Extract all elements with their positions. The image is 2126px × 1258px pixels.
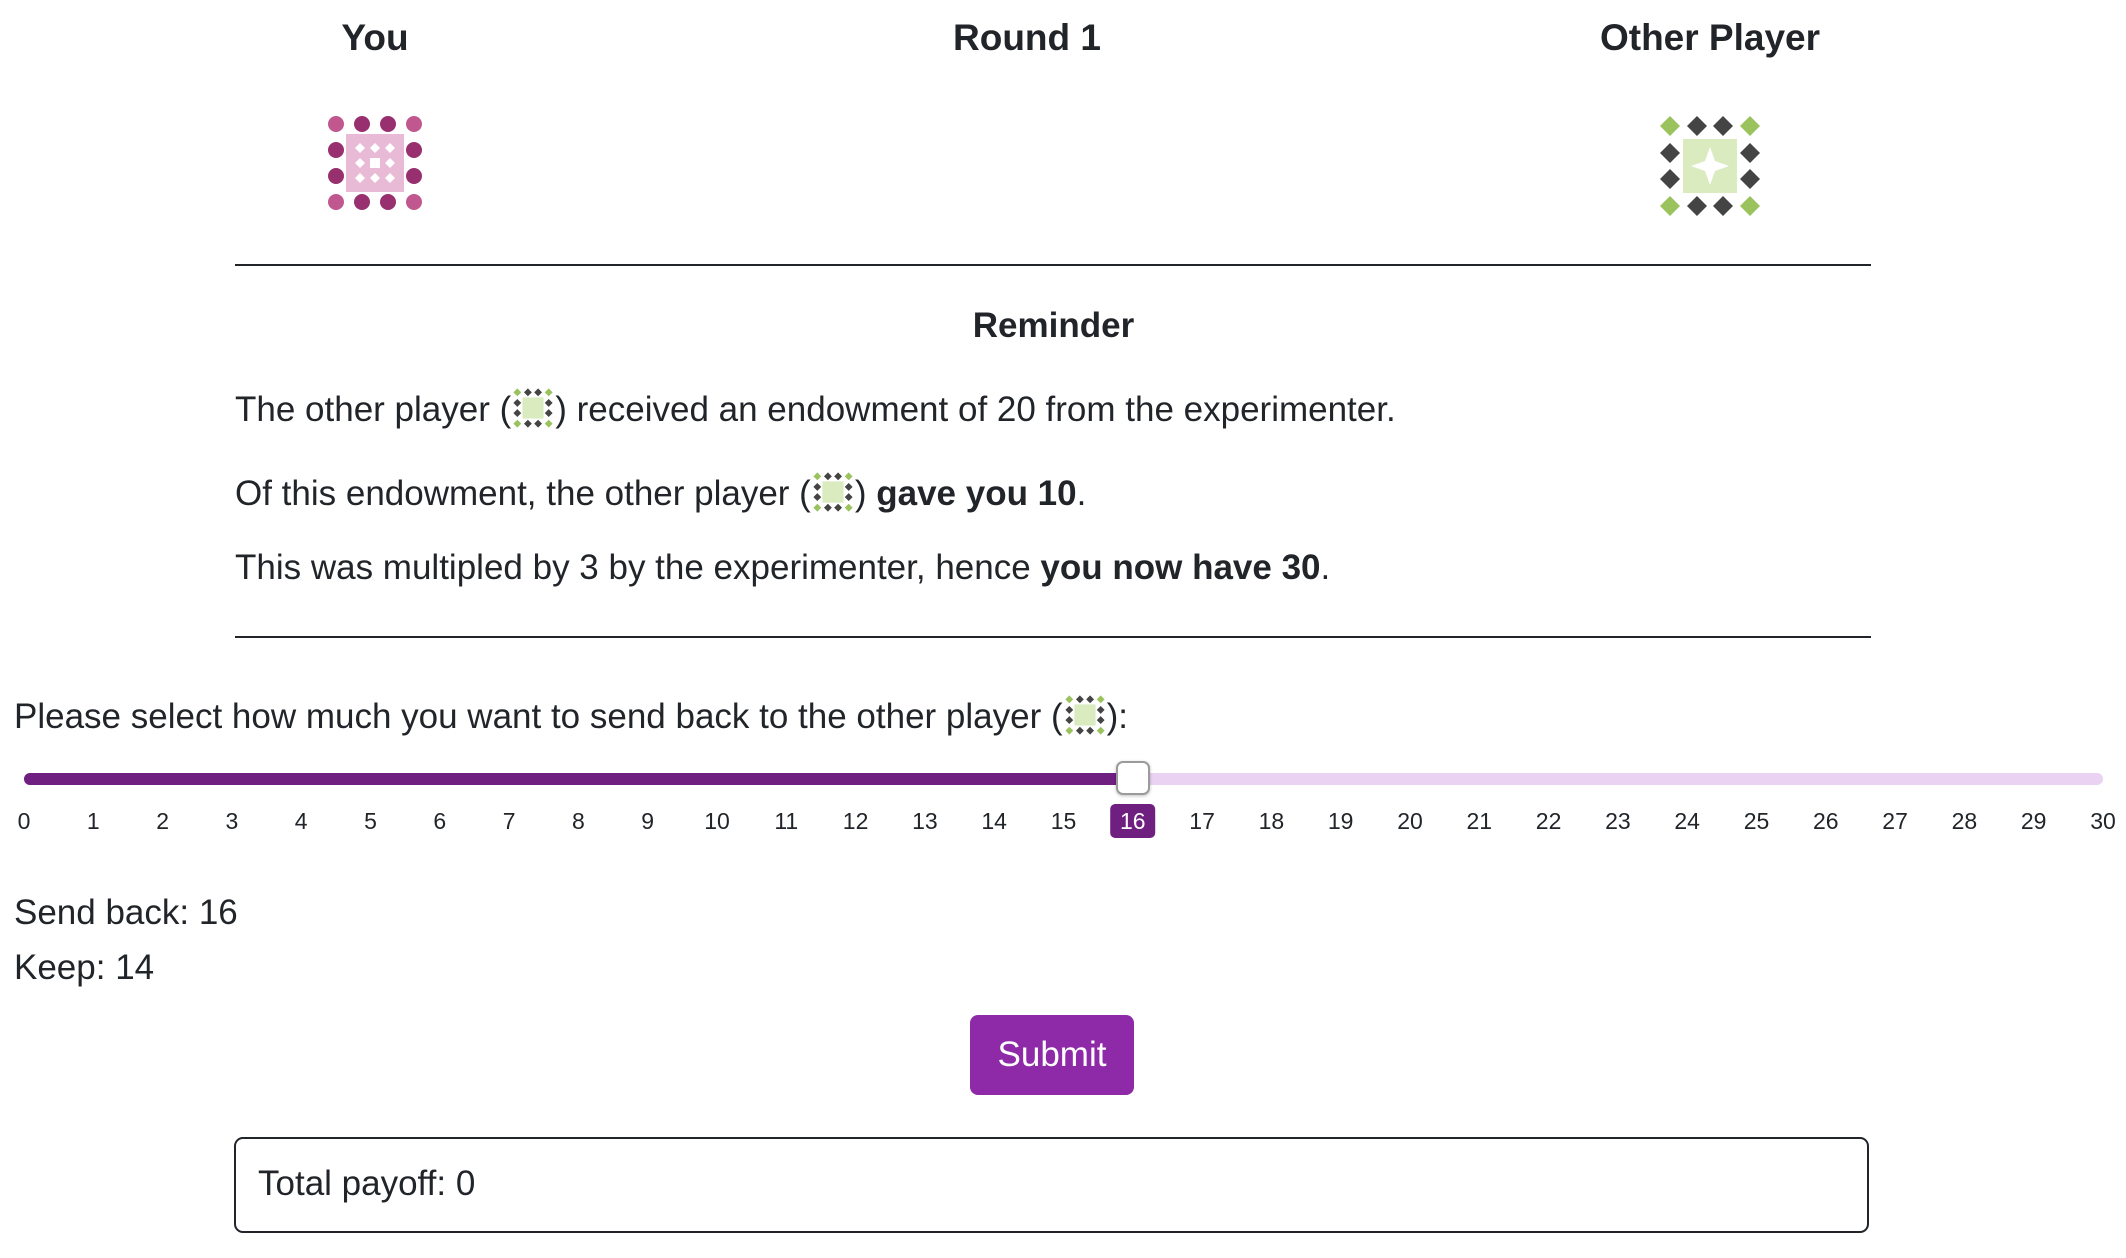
player-header: You Round 1 Other Player (0, 14, 2126, 234)
reminder-heading: Reminder (972, 306, 1135, 345)
keep-value: Keep: 14 (14, 948, 155, 987)
prompt-pre: Please select how much you want to send … (14, 697, 1063, 736)
slider-fill (24, 773, 1133, 785)
slider-tick-30: 30 (2090, 808, 2116, 834)
reminder-line-endowment: The other player ( ) received an endowmen… (235, 387, 1396, 440)
trust-game-page: You Round 1 Other Player Reminder The ot… (0, 0, 2126, 1258)
slider-thumb[interactable] (1115, 761, 1150, 795)
slider-tick-4: 4 (294, 808, 308, 834)
you-label: You (341, 17, 409, 58)
slider-tick-1: 1 (86, 808, 100, 834)
send-back-slider[interactable] (24, 761, 2103, 795)
slider-tick-15: 15 (1050, 808, 1077, 834)
slider-tick-21: 21 (1466, 808, 1493, 834)
total-payoff-text: Total payoff: 0 (258, 1164, 476, 1203)
slider-tick-23: 23 (1605, 808, 1631, 834)
slider-tick-11: 11 (774, 808, 799, 834)
send-back-prompt: Please select how much you want to send … (14, 694, 1128, 747)
slider-tick-14: 14 (981, 808, 1007, 834)
line3-post: . (1320, 548, 1331, 587)
slider-tick-12: 12 (842, 808, 869, 834)
slider-tick-5: 5 (364, 808, 377, 834)
line2-mid: ) (854, 474, 877, 513)
round-label: Round 1 (953, 17, 1101, 58)
slider-tick-10: 10 (704, 808, 730, 834)
slider-tick-22: 22 (1535, 808, 1562, 834)
slider-tick-18: 18 (1258, 808, 1285, 834)
slider-tick-19: 19 (1327, 808, 1354, 834)
divider-top (235, 264, 1871, 266)
send-back-value: Send back: 16 (14, 893, 238, 932)
slider-tick-13: 13 (912, 808, 938, 834)
divider-bottom (235, 636, 1871, 638)
line2-post: . (1076, 474, 1087, 513)
total-payoff-box: Total payoff: 0 (234, 1137, 1869, 1233)
slider-tick-25: 25 (1743, 808, 1770, 834)
slider-tick-17: 17 (1189, 808, 1215, 834)
slider-tick-6: 6 (433, 808, 447, 834)
slider-tick-28: 28 (1951, 808, 1978, 834)
reminder-line-multiplied: This was multipled by 3 by the experimen… (235, 545, 1330, 591)
line3-pre: This was multipled by 3 by the experimen… (235, 548, 1041, 587)
line2-pre: Of this endowment, the other player ( (235, 474, 811, 513)
round-column: Round 1 (927, 14, 1127, 62)
slider-tick-27: 27 (1882, 808, 1908, 834)
other-player-column: Other Player (1560, 14, 1860, 222)
slider-tick-20: 20 (1397, 808, 1423, 834)
slider-tick-7: 7 (502, 808, 516, 834)
you-avatar-icon (327, 115, 423, 216)
slider-tick-0: 0 (17, 808, 31, 834)
submit-button[interactable]: Submit (970, 1015, 1134, 1095)
current-amount-text: you now have 30 (1040, 548, 1321, 587)
you-column: You (275, 14, 475, 216)
gift-amount-text: gave you 10 (876, 474, 1077, 513)
other-player-mini-icon (1065, 695, 1105, 747)
slider-tick-29: 29 (2020, 808, 2047, 834)
slider-tick-24: 24 (1674, 808, 1700, 834)
other-player-mini-icon (513, 388, 553, 440)
other-player-avatar-icon (1659, 115, 1761, 222)
slider-tick-9: 9 (641, 808, 655, 834)
line1-post: ) received an endowment of 20 from the e… (555, 390, 1396, 429)
slider-tick-3: 3 (225, 808, 239, 834)
other-player-mini-icon (813, 472, 853, 524)
slider-tick-2: 2 (156, 808, 169, 834)
slider-tick-labels: 0 1 2 3 4 5 6 7 8 9 10 11 12 13 14 15 16 17 18 19 20 21 22 23 24… (18, 804, 2116, 844)
line1-pre: The other player ( (235, 390, 512, 429)
reminder-line-gift: Of this endowment, the other player () g… (235, 471, 1086, 524)
other-player-label: Other Player (1599, 17, 1821, 58)
slider-tick-26: 26 (1813, 808, 1839, 834)
prompt-post: ): (1106, 697, 1129, 736)
slider-tick-8: 8 (571, 808, 585, 834)
slider-tick-16: 16 (1110, 804, 1156, 838)
